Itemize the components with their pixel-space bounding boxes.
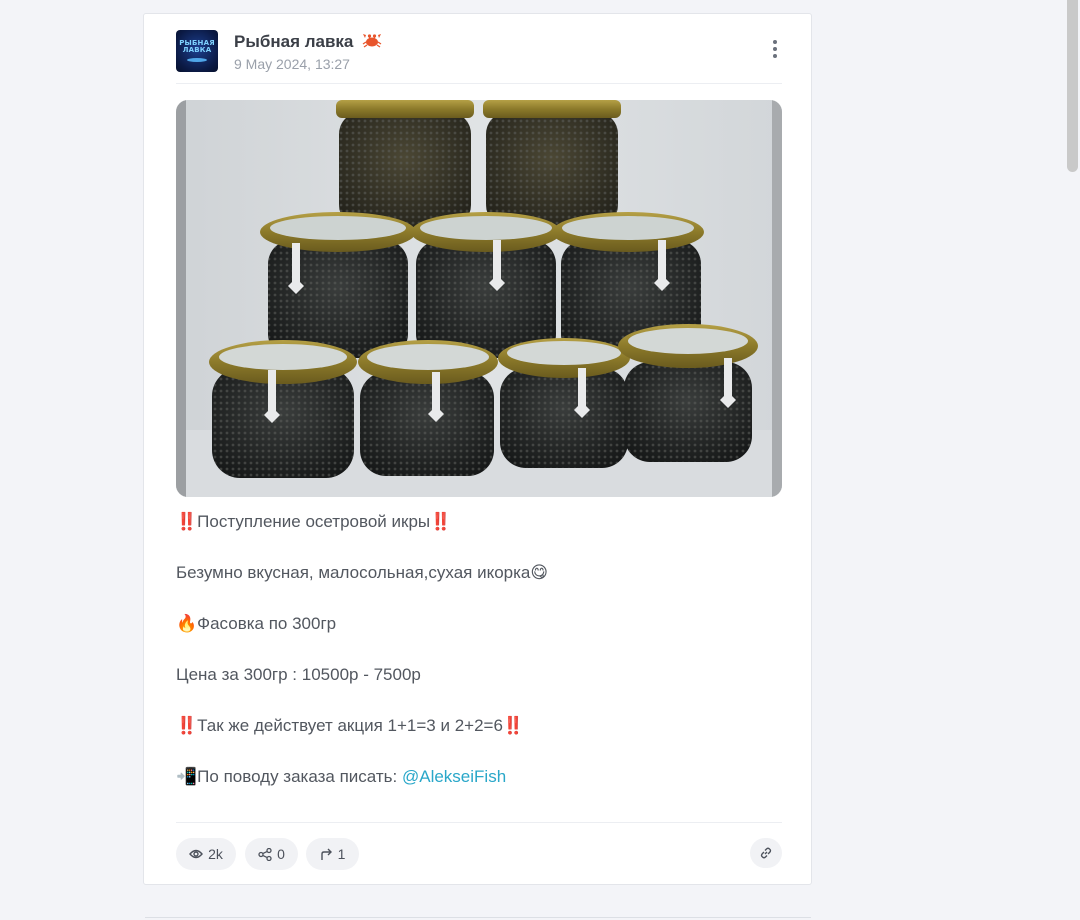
fish-icon — [187, 58, 207, 62]
forwards-counter[interactable]: 1 — [306, 838, 359, 870]
text-line-promo: ‼️Так же действует акция 1+1=3 и 2+2=6‼️ — [176, 715, 782, 737]
share-icon — [258, 847, 272, 861]
copy-link-button[interactable] — [750, 838, 782, 868]
more-vertical-icon — [773, 40, 777, 44]
fire-emoji-icon: 🔥 — [176, 614, 198, 633]
text-line-order: 📲По поводу заказа писать: @AlekseiFish — [176, 766, 782, 788]
page-scrollbar[interactable] — [1065, 0, 1080, 920]
text-line-arrival: ‼️Поступление осетровой икры‼️ — [176, 511, 782, 533]
more-options-button[interactable] — [768, 36, 782, 62]
text-line-arrival-label: Поступление осетровой икры — [197, 512, 431, 531]
phone-emoji-icon: 📲 — [176, 767, 198, 786]
forwards-count: 1 — [337, 846, 346, 862]
text-line-price-label: Цена за 300гр : 10500р - 7500р — [176, 665, 421, 684]
text-line-promo-label: Так же действует акция 1+1=3 и 2+2=6 — [197, 716, 503, 735]
views-count: 2k — [208, 846, 223, 862]
post-photo[interactable] — [176, 100, 782, 497]
caviar-jars-image — [176, 100, 782, 497]
page: РЫБНАЯ ЛАВКА Рыбная лавка 9 May 2024, 13… — [0, 0, 1080, 920]
channel-name-label: Рыбная лавка — [234, 32, 354, 51]
username-link[interactable]: @AlekseiFish — [402, 767, 506, 786]
double-exclamation-icon: ‼️ — [502, 716, 525, 735]
header-divider — [176, 83, 782, 84]
more-dot — [773, 47, 777, 51]
post-text: ‼️Поступление осетровой икры‼️ Безумно в… — [176, 511, 782, 817]
text-line-description-label: Безумно вкусная, малосольная,сухая икорк… — [176, 563, 531, 582]
double-exclamation-icon: ‼️ — [176, 716, 198, 735]
post-header: РЫБНАЯ ЛАВКА Рыбная лавка 9 May 2024, 13… — [176, 30, 782, 84]
text-line-order-label: По поводу заказа писать: — [197, 767, 402, 786]
shares-count: 0 — [277, 846, 285, 862]
channel-name[interactable]: Рыбная лавка — [234, 31, 382, 52]
forward-arrow-icon — [320, 848, 332, 860]
scrollbar-thumb[interactable] — [1067, 0, 1078, 172]
post-footer: 2k 0 1 — [176, 838, 782, 870]
views-counter[interactable]: 2k — [176, 838, 236, 870]
text-line-packaging: 🔥Фасовка по 300гр — [176, 613, 782, 635]
footer-divider — [176, 822, 782, 823]
post-card: РЫБНАЯ ЛАВКА Рыбная лавка 9 May 2024, 13… — [143, 13, 812, 885]
eye-icon — [189, 849, 204, 859]
text-line-packaging-label: Фасовка по 300гр — [197, 614, 337, 633]
crab-icon — [362, 34, 382, 48]
more-dot — [773, 54, 777, 58]
yum-emoji-icon: 😋 — [530, 563, 549, 582]
double-exclamation-icon: ‼️ — [430, 512, 452, 531]
avatar-logo-text: РЫБНАЯ ЛАВКА — [179, 39, 215, 54]
shares-counter[interactable]: 0 — [245, 838, 298, 870]
link-icon — [760, 847, 772, 859]
channel-avatar[interactable]: РЫБНАЯ ЛАВКА — [176, 30, 218, 72]
text-line-price: Цена за 300гр : 10500р - 7500р — [176, 664, 782, 686]
text-line-description: Безумно вкусная, малосольная,сухая икорк… — [176, 562, 782, 584]
post-date[interactable]: 9 May 2024, 13:27 — [234, 56, 350, 72]
double-exclamation-icon: ‼️ — [176, 512, 198, 531]
